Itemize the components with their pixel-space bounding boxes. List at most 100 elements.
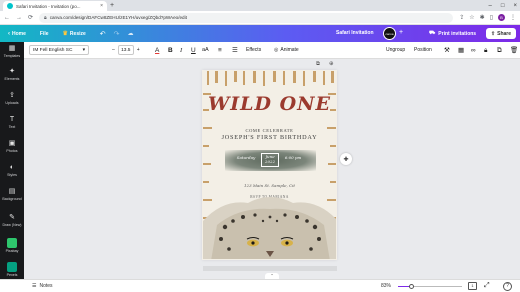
print-invitations-button[interactable]: ⛟ Print invitations — [424, 28, 481, 39]
sidebar-item-pexels[interactable]: Pexels — [0, 262, 24, 277]
invitation-subtitle[interactable]: COME CELEBRATE — [203, 128, 336, 133]
redo-icon[interactable]: ↷ — [114, 30, 120, 38]
sidebar-item-elements[interactable]: ✦ Elements — [0, 68, 24, 81]
brush-stripe — [225, 71, 227, 86]
fullscreen-icon[interactable]: ⤢ — [484, 281, 490, 290]
sidebar-item-pixabay[interactable]: Pixabay — [0, 238, 24, 253]
file-label: File — [39, 30, 49, 37]
share-button[interactable]: ⇧ Share — [486, 28, 516, 39]
pixabay-icon — [7, 238, 17, 248]
sidebar-item-label: Styles — [7, 173, 17, 177]
url-text: canva.com/design/DAFCw8ZEHU/zE1YH/uvxeg/… — [49, 15, 187, 20]
brush-stripe — [234, 71, 237, 82]
text-color-button[interactable]: A — [155, 46, 159, 55]
file-menu-button[interactable]: File — [40, 31, 49, 37]
maximize-button[interactable]: □ — [501, 3, 505, 9]
sidebar-item-label: Elements — [4, 77, 20, 81]
animate-button[interactable]: ◎ Animate — [274, 46, 299, 55]
notes-button[interactable]: ☰ Notes — [32, 282, 53, 290]
home-button[interactable]: ‹ Home — [8, 31, 26, 37]
invitation-address[interactable]: 123 Main St. Sample, Cit — [203, 183, 336, 188]
duplicate-page-icon[interactable]: ⧉ — [316, 61, 320, 68]
help-button[interactable]: ? — [503, 282, 512, 291]
add-comment-button[interactable]: ✚ — [340, 153, 352, 165]
sidebar-icon[interactable]: ▯ — [490, 14, 493, 21]
extensions-icon[interactable]: ✱ — [480, 14, 485, 21]
chevron-left-icon: ‹ — [8, 30, 10, 37]
bold-button[interactable]: B — [168, 46, 173, 55]
share-page-icon[interactable]: ⇪ — [459, 14, 464, 21]
sidebar-item-label: Draw (New) — [2, 223, 22, 227]
resize-button[interactable]: ♛ Resize — [63, 30, 86, 38]
page-count-button[interactable]: 1 — [468, 282, 477, 290]
invitation-name-line[interactable]: JOSEPH'S FIRST BIRTHDAY — [203, 134, 336, 141]
date-day[interactable]: Saturday — [235, 155, 257, 161]
link-icon[interactable]: ∞ — [471, 46, 476, 55]
design-title[interactable]: Safari Invitation — [336, 30, 374, 36]
date-year[interactable]: 2022 — [261, 159, 279, 165]
transparency-icon[interactable]: ▦ — [458, 46, 464, 55]
font-size-stepper: – 13.5 + — [112, 45, 140, 55]
notes-icon: ☰ — [32, 283, 37, 289]
star-icon[interactable]: ☆ — [469, 14, 474, 21]
print-label: Print invitations — [438, 30, 477, 37]
sidebar-item-templates[interactable]: ▦ Templates — [0, 45, 24, 58]
add-page-icon[interactable]: ⊕ — [329, 61, 334, 67]
add-collaborator-button[interactable]: + — [399, 29, 403, 37]
invitation-page[interactable]: WILD ONE COME CELEBRATE JOSEPH'S FIRST B… — [202, 70, 337, 260]
browser-menu-icon[interactable]: ⋮ — [510, 14, 516, 21]
lock-icon: 🔒︎ — [44, 14, 47, 21]
date-time[interactable]: 6:00 pm — [282, 155, 304, 161]
zoom-level[interactable]: 83% — [381, 282, 391, 290]
profile-avatar[interactable]: B — [498, 14, 505, 21]
invitation-title[interactable]: WILD ONE — [203, 93, 336, 115]
avatar[interactable]: canva — [383, 27, 396, 40]
zoom-slider[interactable] — [398, 284, 462, 289]
reload-icon[interactable]: ⟳ — [28, 14, 33, 21]
new-tab-button[interactable]: + — [110, 1, 114, 10]
sidebar-item-background[interactable]: ▤ Background — [0, 188, 24, 201]
sidebar-item-draw[interactable]: ✎ Draw (New) — [0, 214, 24, 227]
position-button[interactable]: Position — [414, 46, 432, 55]
brush-stripe — [331, 71, 334, 83]
back-icon[interactable]: ← — [4, 15, 10, 21]
ungroup-button[interactable]: Ungroup — [386, 46, 405, 55]
brush-stripe — [293, 71, 296, 83]
home-label: Home — [12, 30, 26, 37]
minimize-button[interactable]: – — [489, 3, 492, 9]
sidebar-item-label: Uploads — [5, 101, 19, 105]
font-size-input[interactable]: 13.5 — [117, 45, 134, 55]
font-family-select[interactable]: IM Fell English SC ▾ — [29, 45, 89, 55]
styles-icon: ◐ — [9, 164, 15, 171]
list-icon[interactable]: ☰ — [232, 46, 238, 55]
share-label: Share — [497, 30, 512, 37]
resize-label: Resize — [69, 30, 86, 37]
sidebar-item-styles[interactable]: ◐ Styles — [0, 164, 24, 177]
elements-icon: ✦ — [9, 68, 15, 75]
leopard-illustration — [203, 197, 336, 259]
underline-button[interactable]: U — [191, 46, 196, 55]
brush-stripe — [328, 163, 336, 165]
brush-stripe — [203, 145, 209, 147]
browser-tab[interactable]: Safari Invitation - Invitation (po... × — [3, 1, 107, 11]
close-window-button[interactable]: × — [513, 3, 517, 9]
sidebar-item-text[interactable]: T Text — [0, 116, 24, 129]
increase-size-button[interactable]: + — [137, 47, 140, 53]
browser-actions: ⇪ ☆ ✱ ▯ B ⋮ — [459, 14, 516, 21]
style-painter-icon[interactable]: ⚒ — [444, 46, 450, 55]
delete-icon[interactable]: 🗑︎ — [510, 46, 518, 55]
sidebar-item-uploads[interactable]: ⇪ Uploads — [0, 92, 24, 105]
letter-case-button[interactable]: aA — [202, 46, 209, 55]
sidebar-item-photos[interactable]: ▣ Photos — [0, 140, 24, 153]
effects-button[interactable]: Effects — [246, 46, 261, 55]
decrease-size-button[interactable]: – — [112, 47, 115, 53]
duplicate-icon[interactable]: ⧉ — [497, 46, 502, 55]
zoom-slider-handle[interactable] — [409, 284, 415, 289]
tab-close-icon[interactable]: × — [100, 3, 103, 9]
lock-element-icon[interactable]: 🔒︎ — [484, 46, 487, 55]
url-field[interactable]: 🔒︎ canva.com/design/DAFCw8ZEHU/zE1YH/uvx… — [39, 12, 454, 23]
align-center-icon[interactable]: ≡ — [218, 46, 222, 55]
undo-icon[interactable]: ↶ — [100, 30, 106, 38]
italic-button[interactable]: I — [180, 46, 182, 55]
forward-icon[interactable]: → — [16, 15, 22, 21]
